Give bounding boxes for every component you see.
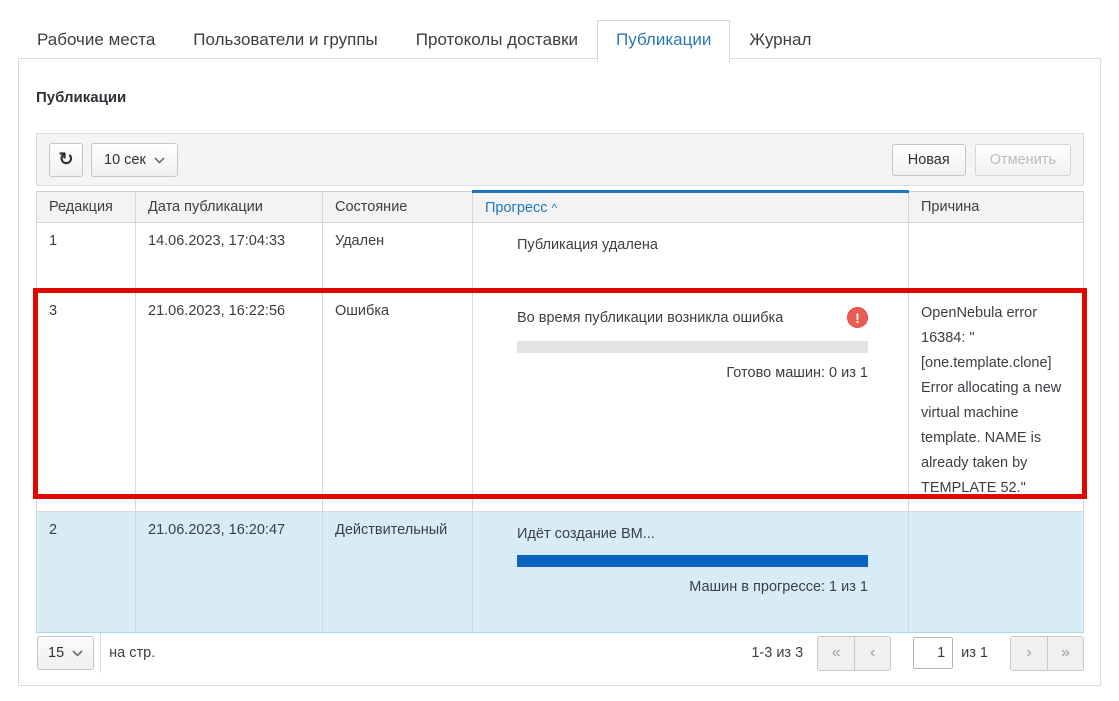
chevron-down-icon — [72, 645, 83, 661]
page-count-label: из 1 — [961, 645, 988, 661]
new-publication-button[interactable]: Новая — [892, 144, 966, 176]
table-footer: 15 на стр. 1-3 из 3 « ‹ из 1 › » — [36, 633, 1084, 673]
sort-ascending-icon: ^ — [551, 201, 557, 215]
progress-status-text: Публикация удалена — [517, 237, 658, 253]
refresh-button[interactable]: ↻ — [49, 143, 83, 177]
page-title: Публикации — [36, 89, 1084, 106]
pager-group-back: « ‹ — [817, 636, 891, 671]
cell-state: Ошибка — [323, 293, 473, 512]
pager: 1-3 из 3 « ‹ из 1 › » — [751, 636, 1084, 671]
cell-reason — [909, 512, 1084, 633]
per-page-label: на стр. — [109, 645, 155, 661]
column-header-progress[interactable]: Прогресс ^ — [473, 192, 909, 223]
table-toolbar: ↻ 10 сек Новая Отменить — [36, 133, 1084, 186]
cell-state: Удален — [323, 223, 473, 293]
cell-progress: Идёт создание ВМ... Машин в прогрессе: 1… — [473, 512, 909, 633]
progress-caption: Готово машин: 0 из 1 — [517, 365, 868, 381]
pager-group-forward: › » — [1010, 636, 1084, 671]
toolbar-actions: Новая Отменить — [892, 144, 1071, 176]
cell-state: Действительный — [323, 512, 473, 633]
column-header-date[interactable]: Дата публикации — [136, 192, 323, 223]
progress-bar — [517, 555, 868, 567]
cell-date: 21.06.2023, 16:22:56 — [136, 293, 323, 512]
progress-status-text: Идёт создание ВМ... — [517, 526, 655, 542]
table-header-row: Редакция Дата публикации Состояние Прогр… — [37, 192, 1084, 223]
table-row[interactable]: 3 21.06.2023, 16:22:56 Ошибка Во время п… — [37, 293, 1084, 512]
page-size-value: 15 — [48, 645, 64, 661]
prev-page-button[interactable]: ‹ — [854, 637, 890, 670]
page-size-dropdown[interactable]: 15 — [37, 636, 94, 670]
page-number-input[interactable] — [913, 637, 953, 669]
publications-panel: Публикации ↻ 10 сек Новая Отменить Ре — [18, 58, 1101, 686]
cell-revision: 1 — [37, 223, 136, 293]
cell-date: 21.06.2023, 16:20:47 — [136, 512, 323, 633]
cell-progress: Во время публикации возникла ошибка ! Го… — [473, 293, 909, 512]
cell-reason — [909, 223, 1084, 293]
progress-bar — [517, 341, 868, 353]
tab-journal[interactable]: Журнал — [730, 20, 830, 61]
footer-divider — [100, 633, 101, 673]
table-row-selected[interactable]: 2 21.06.2023, 16:20:47 Действительный Ид… — [37, 512, 1084, 633]
first-page-button[interactable]: « — [818, 637, 854, 670]
next-page-button[interactable]: › — [1011, 637, 1047, 670]
column-header-revision[interactable]: Редакция — [37, 192, 136, 223]
progress-caption: Машин в прогрессе: 1 из 1 — [517, 579, 868, 595]
cell-revision: 3 — [37, 293, 136, 512]
tab-delivery-protocols[interactable]: Протоколы доставки — [397, 20, 597, 61]
tab-users-groups[interactable]: Пользователи и группы — [174, 20, 397, 61]
tab-workplaces[interactable]: Рабочие места — [18, 20, 174, 61]
last-page-button[interactable]: » — [1047, 637, 1083, 670]
progress-bar-fill — [517, 555, 868, 567]
refresh-icon: ↻ — [58, 149, 73, 170]
column-header-state[interactable]: Состояние — [323, 192, 473, 223]
refresh-interval-dropdown[interactable]: 10 сек — [91, 143, 178, 177]
tab-bar: Рабочие места Пользователи и группы Прот… — [18, 20, 830, 61]
refresh-interval-value: 10 сек — [104, 152, 146, 168]
progress-status-text: Во время публикации возникла ошибка — [517, 310, 783, 326]
range-label: 1-3 из 3 — [751, 645, 803, 661]
column-header-progress-label: Прогресс — [485, 200, 547, 216]
error-icon[interactable]: ! — [847, 307, 868, 328]
column-header-reason[interactable]: Причина — [909, 192, 1084, 223]
cell-revision: 2 — [37, 512, 136, 633]
cancel-publication-button[interactable]: Отменить — [975, 144, 1071, 176]
chevron-down-icon — [154, 152, 165, 168]
cell-progress: Публикация удалена — [473, 223, 909, 293]
tab-publications[interactable]: Публикации — [597, 20, 730, 62]
table-row[interactable]: 1 14.06.2023, 17:04:33 Удален Публикация… — [37, 223, 1084, 293]
cell-date: 14.06.2023, 17:04:33 — [136, 223, 323, 293]
cell-reason: OpenNebula error 16384: " [one.template.… — [909, 293, 1084, 512]
publications-table: Редакция Дата публикации Состояние Прогр… — [36, 190, 1084, 633]
